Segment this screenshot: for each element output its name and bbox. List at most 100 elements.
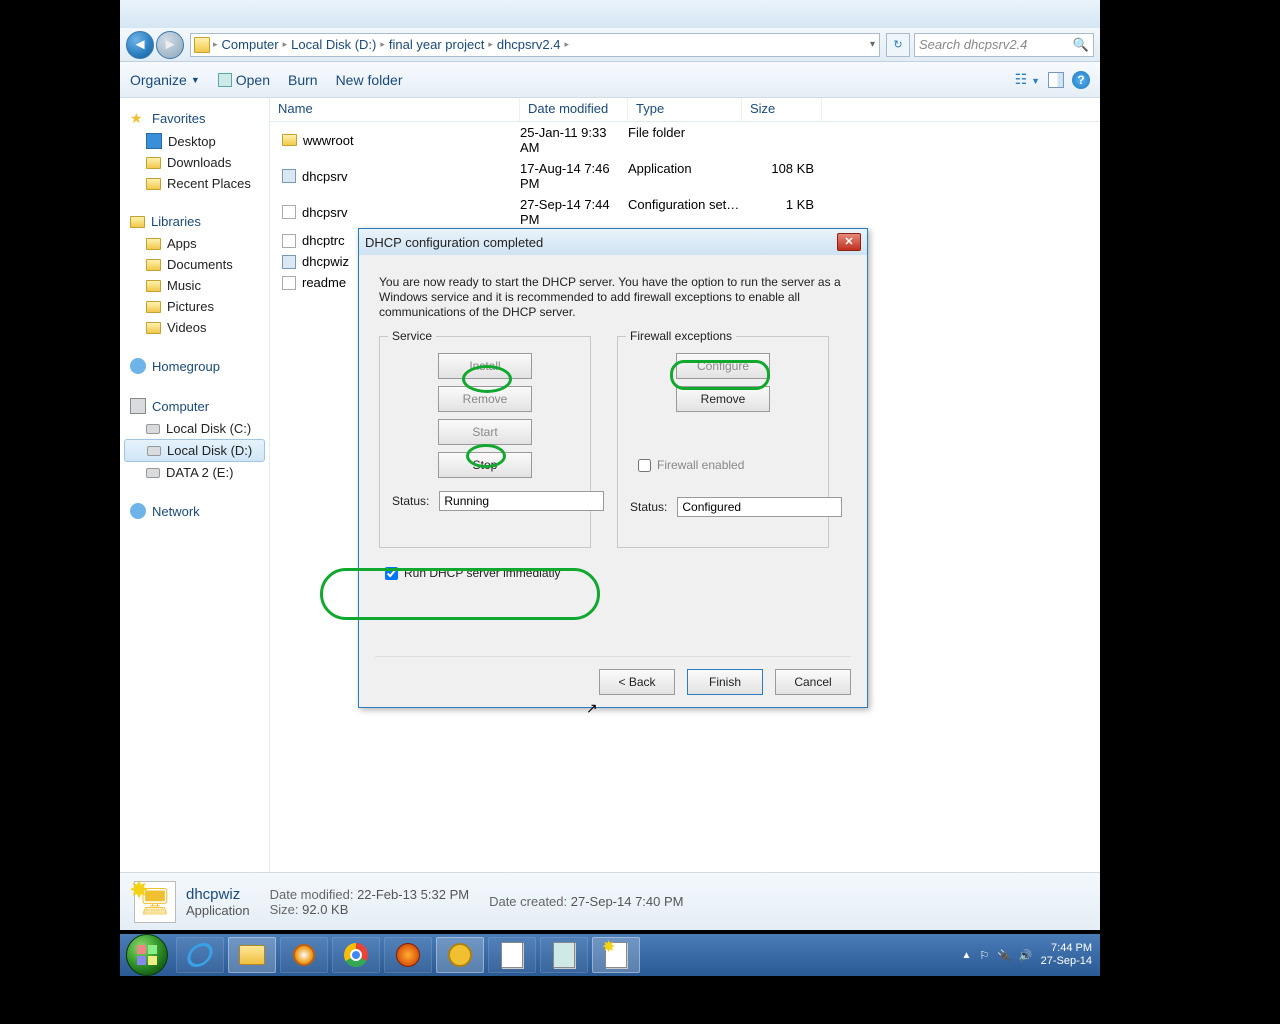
file-row[interactable]: wwwroot25-Jan-11 9:33 AMFile folder bbox=[270, 122, 1100, 158]
column-headers[interactable]: Name Date modified Type Size bbox=[270, 98, 1100, 122]
search-input[interactable]: Search dhcpsrv2.4 🔍 bbox=[914, 33, 1094, 57]
sidebar-homegroup[interactable]: Homegroup bbox=[124, 354, 265, 378]
taskbar-firefox[interactable] bbox=[384, 937, 432, 973]
col-size[interactable]: Size bbox=[742, 98, 822, 121]
firefox-icon bbox=[396, 943, 420, 967]
file-icon bbox=[282, 255, 296, 269]
tray-volume-icon[interactable]: 🔊 bbox=[1019, 949, 1033, 962]
service-legend: Service bbox=[388, 329, 436, 343]
explorer-nav-row: ◄ ► ▸ Computer ▸ Local Disk (D:) ▸ final… bbox=[120, 28, 1100, 62]
burn-button[interactable]: Burn bbox=[288, 72, 318, 88]
sidebar-computer[interactable]: Computer bbox=[124, 394, 265, 418]
dialog-close-button[interactable]: ✕ bbox=[837, 233, 861, 251]
taskbar-explorer[interactable] bbox=[228, 937, 276, 973]
sidebar-network[interactable]: Network bbox=[124, 499, 265, 523]
tray-chevron-icon[interactable]: ▲ bbox=[961, 950, 971, 961]
nav-back-button[interactable]: ◄ bbox=[126, 31, 154, 59]
system-tray[interactable]: ▲ ⚐ 🔌 🔊 7:44 PM 27-Sep-14 bbox=[953, 942, 1100, 968]
folder-icon bbox=[146, 178, 161, 190]
cancel-button[interactable]: Cancel bbox=[775, 669, 851, 695]
sidebar-favorites[interactable]: ★Favorites bbox=[124, 106, 265, 130]
app-icon bbox=[553, 942, 575, 968]
firewall-enabled-label: Firewall enabled bbox=[657, 458, 744, 472]
paw-icon bbox=[448, 943, 472, 967]
dialog-message: You are now ready to start the DHCP serv… bbox=[379, 275, 847, 320]
address-bar[interactable]: ▸ Computer ▸ Local Disk (D:) ▸ final yea… bbox=[190, 33, 880, 57]
folder-icon bbox=[194, 37, 210, 53]
start-button[interactable]: Start bbox=[438, 419, 532, 445]
sidebar-item-videos[interactable]: Videos bbox=[124, 317, 265, 338]
file-row[interactable]: dhcpsrv27-Sep-14 7:44 PMConfiguration se… bbox=[270, 194, 1100, 230]
computer-icon bbox=[130, 398, 146, 414]
file-icon bbox=[282, 234, 296, 248]
stop-button[interactable]: Stop bbox=[438, 452, 532, 478]
sidebar-item-disk-d[interactable]: Local Disk (D:) bbox=[124, 439, 265, 462]
address-dropdown-icon[interactable]: ▾ bbox=[866, 39, 879, 50]
new-folder-button[interactable]: New folder bbox=[336, 72, 403, 88]
breadcrumb-segment[interactable]: Local Disk (D:) bbox=[287, 37, 380, 52]
view-options-button[interactable]: ☷ ▼ bbox=[1015, 71, 1040, 88]
help-icon[interactable]: ? bbox=[1072, 71, 1090, 89]
sidebar-item-disk-e[interactable]: DATA 2 (E:) bbox=[124, 462, 265, 483]
col-name[interactable]: Name bbox=[270, 98, 520, 121]
configure-button[interactable]: Configure bbox=[676, 353, 770, 379]
breadcrumb-segment[interactable]: final year project bbox=[385, 37, 488, 52]
disk-icon bbox=[146, 468, 160, 478]
firewall-status-label: Status: bbox=[630, 500, 667, 514]
media-player-icon bbox=[293, 944, 315, 966]
file-icon bbox=[282, 134, 297, 146]
breadcrumb-segment[interactable]: Computer bbox=[218, 37, 283, 52]
organize-menu[interactable]: Organize ▼ bbox=[130, 72, 200, 88]
refresh-button[interactable]: ↻ bbox=[886, 33, 910, 57]
libraries-icon bbox=[130, 216, 145, 228]
file-type-icon: ✸🖥 bbox=[134, 881, 176, 923]
sidebar-item-desktop[interactable]: Desktop bbox=[124, 130, 265, 152]
taskbar-chrome[interactable] bbox=[332, 937, 380, 973]
sidebar-item-pictures[interactable]: Pictures bbox=[124, 296, 265, 317]
sidebar-item-documents[interactable]: Documents bbox=[124, 254, 265, 275]
sidebar-item-music[interactable]: Music bbox=[124, 275, 265, 296]
tray-power-icon[interactable]: 🔌 bbox=[997, 949, 1011, 962]
folder-icon bbox=[239, 945, 265, 965]
notepad-icon bbox=[501, 942, 523, 968]
sidebar-item-downloads[interactable]: Downloads bbox=[124, 152, 265, 173]
open-button[interactable]: Open bbox=[218, 72, 270, 88]
star-icon: ★ bbox=[130, 110, 146, 126]
install-button[interactable]: Install bbox=[438, 353, 532, 379]
remove-firewall-button[interactable]: Remove bbox=[676, 386, 770, 412]
sidebar-item-apps[interactable]: Apps bbox=[124, 233, 265, 254]
taskbar-dhcpwiz[interactable]: ✸ bbox=[592, 937, 640, 973]
col-type[interactable]: Type bbox=[628, 98, 742, 121]
run-immediately-checkbox[interactable] bbox=[385, 567, 398, 580]
firewall-legend: Firewall exceptions bbox=[626, 329, 736, 343]
start-button[interactable] bbox=[126, 934, 168, 976]
firewall-enabled-checkbox[interactable] bbox=[638, 459, 651, 472]
file-icon bbox=[282, 205, 296, 219]
breadcrumb-segment[interactable]: dhcpsrv2.4 bbox=[493, 37, 565, 52]
col-date[interactable]: Date modified bbox=[520, 98, 628, 121]
file-row[interactable]: dhcpsrv17-Aug-14 7:46 PMApplication108 K… bbox=[270, 158, 1100, 194]
taskbar-app2[interactable] bbox=[540, 937, 588, 973]
file-icon bbox=[282, 276, 296, 290]
taskbar: ✸ ▲ ⚐ 🔌 🔊 7:44 PM 27-Sep-14 bbox=[120, 934, 1100, 976]
explorer-window: ◄ ► ▸ Computer ▸ Local Disk (D:) ▸ final… bbox=[120, 0, 1100, 930]
tray-clock[interactable]: 7:44 PM 27-Sep-14 bbox=[1041, 942, 1092, 968]
sidebar-item-disk-c[interactable]: Local Disk (C:) bbox=[124, 418, 265, 439]
remove-service-button[interactable]: Remove bbox=[438, 386, 532, 412]
desktop-icon bbox=[146, 133, 162, 149]
taskbar-notepad[interactable] bbox=[488, 937, 536, 973]
dialog-titlebar[interactable]: DHCP configuration completed ✕ bbox=[359, 229, 867, 255]
taskbar-ie[interactable] bbox=[176, 937, 224, 973]
tray-flag-icon[interactable]: ⚐ bbox=[979, 949, 989, 962]
sidebar-item-recent[interactable]: Recent Places bbox=[124, 173, 265, 194]
chrome-icon bbox=[344, 943, 368, 967]
taskbar-wmp[interactable] bbox=[280, 937, 328, 973]
back-button[interactable]: < Back bbox=[599, 669, 675, 695]
sidebar-libraries[interactable]: Libraries bbox=[124, 210, 265, 233]
finish-button[interactable]: Finish bbox=[687, 669, 763, 695]
file-icon bbox=[282, 169, 296, 183]
preview-pane-button[interactable] bbox=[1048, 72, 1064, 88]
explorer-titlebar bbox=[120, 0, 1100, 28]
taskbar-app1[interactable] bbox=[436, 937, 484, 973]
nav-forward-button[interactable]: ► bbox=[156, 31, 184, 59]
